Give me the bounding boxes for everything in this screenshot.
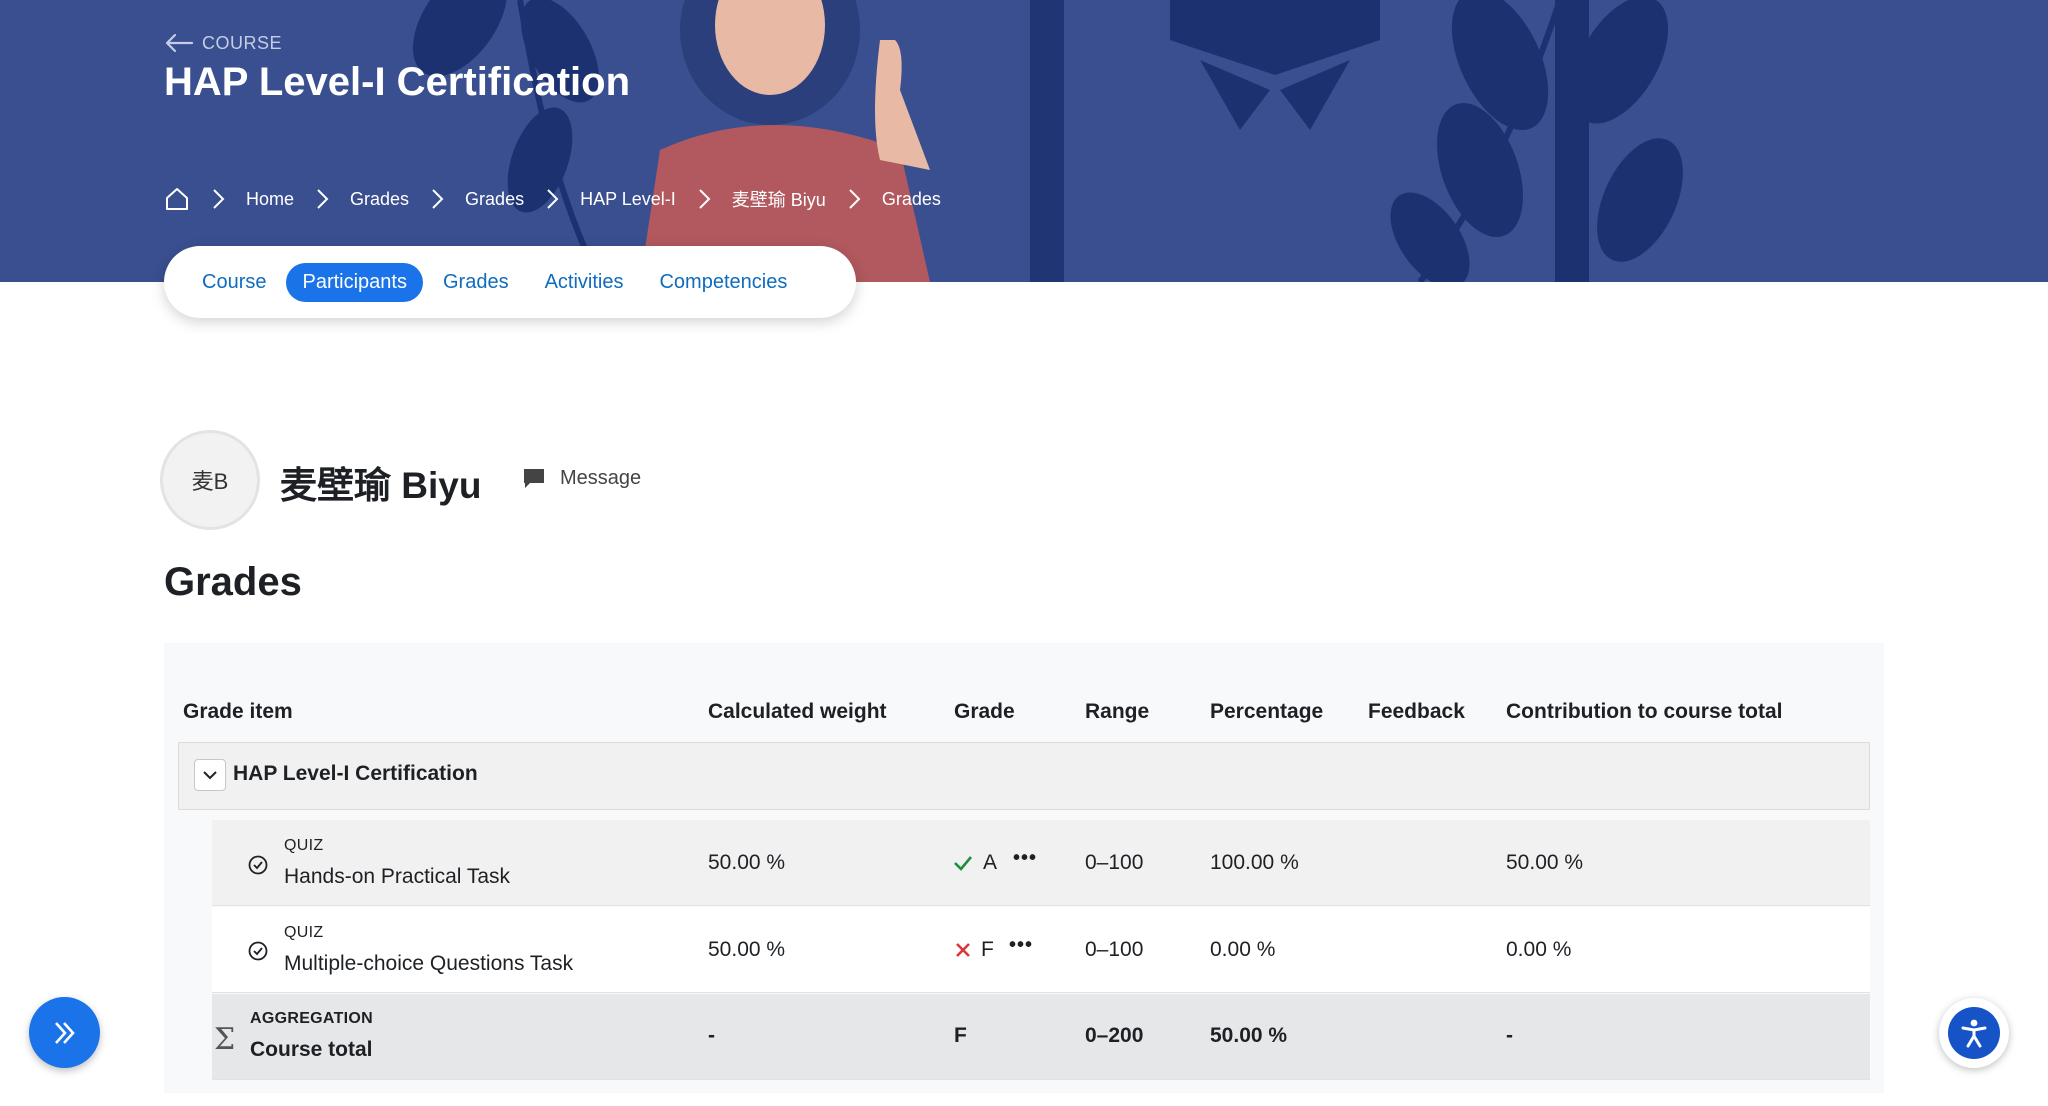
- calculated-weight: 50.00 %: [708, 851, 786, 874]
- banner-illustration: [412, 0, 1683, 282]
- chevron-right-icon: [849, 189, 861, 209]
- avatar[interactable]: 麦B: [160, 430, 260, 530]
- col-range: Range: [1085, 700, 1150, 723]
- back-label: COURSE: [202, 32, 283, 53]
- ellipsis-icon[interactable]: •••: [1009, 934, 1033, 957]
- arrow-left-icon: [165, 33, 194, 53]
- back-to-course-link[interactable]: COURSE: [164, 32, 282, 54]
- course-nav-tabs: Course Participants Grades Activities Co…: [164, 246, 856, 318]
- message-label: Message: [560, 466, 642, 489]
- sigma-icon: Σ: [214, 1022, 236, 1057]
- contribution: 0.00 %: [1506, 938, 1572, 961]
- grade-item-link[interactable]: Hands-on Practical Task: [284, 865, 510, 889]
- grade-value: F: [954, 1024, 967, 1047]
- item-type: AGGREGATION: [250, 1010, 374, 1027]
- tab-participants[interactable]: Participants: [286, 262, 423, 302]
- check-icon: [954, 856, 972, 871]
- page-title: Grades: [164, 560, 302, 604]
- course-title: HAP Level-I Certification: [164, 60, 631, 104]
- range: 0–100: [1085, 938, 1144, 961]
- ellipsis-icon[interactable]: •••: [1013, 847, 1037, 870]
- grade-item-link[interactable]: Multiple-choice Questions Task: [284, 952, 573, 976]
- col-grade-item: Grade item: [183, 700, 293, 723]
- category-name: HAP Level-I Certification: [233, 762, 478, 785]
- chevron-down-icon: [203, 771, 217, 780]
- user-name: 麦壁瑜 Biyu: [280, 465, 482, 506]
- home-icon[interactable]: [164, 186, 190, 212]
- check-circle-icon: [248, 855, 268, 875]
- item-type: QUIZ: [284, 924, 324, 941]
- course-total-row: [212, 994, 1870, 1080]
- chevron-right-icon: [547, 189, 559, 209]
- accessibility-button[interactable]: [1939, 998, 2009, 1068]
- breadcrumb-grades-2[interactable]: Grades: [465, 189, 524, 210]
- course-banner: COURSE HAP Level-I Certification Home Gr…: [0, 0, 2048, 282]
- grade-value: F: [981, 938, 994, 961]
- percentage: 100.00 %: [1210, 851, 1299, 874]
- accessibility-badge: [1948, 1007, 2000, 1059]
- course-total-label: Course total: [250, 1038, 373, 1061]
- percentage: 50.00 %: [1210, 1024, 1288, 1047]
- contribution: -: [1506, 1024, 1513, 1047]
- breadcrumb-grades[interactable]: Grades: [350, 189, 409, 210]
- contribution: 50.00 %: [1506, 851, 1584, 874]
- table-row: [212, 907, 1870, 993]
- tab-course[interactable]: Course: [186, 263, 282, 302]
- grade-value: A: [983, 851, 998, 874]
- double-chevron-right-icon: [54, 1021, 75, 1044]
- tab-competencies[interactable]: Competencies: [643, 263, 803, 302]
- message-button[interactable]: Message: [522, 466, 641, 490]
- table-row: [212, 820, 1870, 906]
- col-contribution: Contribution to course total: [1506, 700, 1783, 723]
- tab-grades[interactable]: Grades: [427, 263, 525, 302]
- chevron-right-icon: [317, 189, 329, 209]
- breadcrumb: Home Grades Grades HAP Level-I 麦壁瑜 Biyu …: [164, 186, 941, 212]
- breadcrumb-course[interactable]: HAP Level-I: [580, 189, 676, 210]
- open-drawer-button[interactable]: [29, 997, 100, 1068]
- calculated-weight: 50.00 %: [708, 938, 786, 961]
- col-grade: Grade: [954, 700, 1015, 723]
- breadcrumb-home[interactable]: Home: [246, 189, 294, 210]
- chevron-right-icon: [213, 189, 225, 209]
- tab-activities[interactable]: Activities: [529, 263, 640, 302]
- collapse-category-button[interactable]: [194, 759, 226, 791]
- col-percentage: Percentage: [1210, 700, 1324, 723]
- col-calculated-weight: Calculated weight: [708, 700, 887, 723]
- chevron-right-icon: [432, 189, 444, 209]
- range: 0–200: [1085, 1024, 1144, 1047]
- calculated-weight: -: [708, 1024, 715, 1047]
- item-type: QUIZ: [284, 837, 324, 854]
- cross-icon: [956, 943, 970, 957]
- range: 0–100: [1085, 851, 1144, 874]
- chat-bubble-icon: [524, 469, 544, 488]
- percentage: 0.00 %: [1210, 938, 1276, 961]
- breadcrumb-user[interactable]: 麦壁瑜 Biyu: [732, 186, 826, 212]
- chevron-right-icon: [699, 189, 711, 209]
- accessibility-icon: [1961, 1019, 1987, 1048]
- breadcrumb-current: Grades: [881, 188, 941, 209]
- col-feedback: Feedback: [1368, 700, 1465, 723]
- check-circle-icon: [248, 941, 268, 961]
